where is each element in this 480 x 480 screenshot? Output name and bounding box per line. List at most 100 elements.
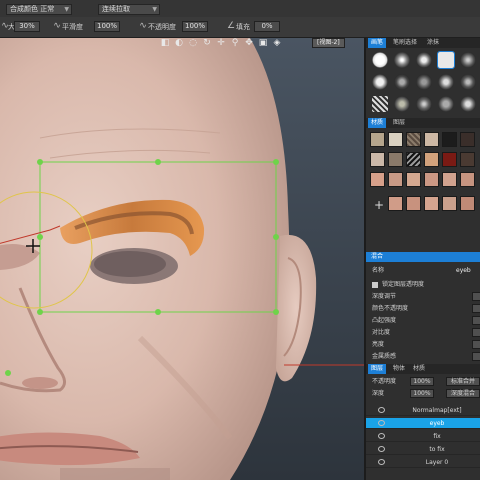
brush-texture-icon[interactable]: [394, 96, 410, 112]
layer-item[interactable]: fix: [366, 431, 480, 442]
material-thumb[interactable]: [406, 132, 421, 147]
material-thumb[interactable]: [406, 196, 421, 211]
brush-soft-icon[interactable]: [394, 52, 410, 68]
material-thumb[interactable]: [424, 172, 439, 187]
fill-icon: ∠: [226, 21, 236, 31]
opacity-input[interactable]: 100%: [182, 21, 208, 32]
lasso-icon[interactable]: ◌: [188, 38, 198, 48]
lock-label: 锁定图层透明度: [382, 281, 425, 288]
prop-row: 亮度: [366, 340, 480, 350]
blend-mode-combo[interactable]: 合成颜色 正常 ▼: [6, 4, 72, 15]
layer-item[interactable]: to fix: [366, 444, 480, 455]
view-label[interactable]: [视图-2]: [312, 38, 345, 48]
brush-dot-icon[interactable]: [394, 74, 410, 90]
tab-material[interactable]: 材质: [368, 118, 387, 128]
material-thumb[interactable]: [460, 172, 475, 187]
tab-brush-select[interactable]: 笔刷选择: [390, 38, 420, 48]
brush-square-icon[interactable]: [437, 51, 455, 69]
material-thumb[interactable]: [460, 196, 475, 211]
cube-icon[interactable]: ◈: [272, 38, 282, 48]
tab-layer-material[interactable]: 图层: [390, 118, 408, 128]
3d-viewport[interactable]: [0, 38, 364, 480]
material-thumb[interactable]: [370, 132, 385, 147]
brush-icon[interactable]: ◐: [174, 38, 184, 48]
material-thumb[interactable]: [370, 152, 385, 167]
smooth-label: 平滑度: [62, 23, 83, 31]
brush-fuzzy-icon[interactable]: [460, 52, 476, 68]
eye-icon[interactable]: [378, 446, 385, 452]
depth-mix-button[interactable]: 深度混合: [446, 389, 480, 398]
prop-input[interactable]: [472, 304, 480, 313]
brush-tabs: 画笔 笔刷选择 涂抹: [366, 38, 480, 48]
tab-materials[interactable]: 材质: [410, 364, 428, 374]
material-thumb[interactable]: [424, 132, 439, 147]
head-model-scene[interactable]: [0, 38, 364, 480]
prop-input[interactable]: [472, 352, 480, 361]
name-value[interactable]: eyeb: [456, 266, 471, 276]
rotate-icon[interactable]: ↻: [202, 38, 212, 48]
brush-spray-icon[interactable]: [438, 74, 454, 90]
material-thumb[interactable]: [460, 152, 475, 167]
eye-icon[interactable]: [378, 433, 385, 439]
brush-stipple-icon[interactable]: [416, 96, 432, 112]
blend-section-header: 混合: [366, 252, 480, 262]
size-input[interactable]: 30%: [14, 21, 40, 32]
material-thumb[interactable]: [388, 152, 403, 167]
brush-chalk-icon[interactable]: [460, 96, 476, 112]
tab-smear[interactable]: 涂抹: [424, 38, 442, 48]
material-thumb[interactable]: [442, 152, 457, 167]
material-thumb[interactable]: [442, 132, 457, 147]
select-icon[interactable]: ◧: [160, 38, 170, 48]
material-thumb[interactable]: [406, 152, 421, 167]
top-toolbar: 合成颜色 正常 ▼ 连续拉取 ▼ ∿ 大小 30% ∿ 平滑度 100% ∿ 不…: [0, 0, 480, 38]
material-thumb[interactable]: [424, 152, 439, 167]
frame-icon[interactable]: ▣: [258, 38, 268, 48]
material-thumb[interactable]: [388, 196, 403, 211]
prop-input[interactable]: [472, 340, 480, 349]
material-thumb[interactable]: [442, 172, 457, 187]
brush-airbrush-icon[interactable]: [416, 52, 432, 68]
prop-row: 深度调节: [366, 292, 480, 302]
brush-blur-icon[interactable]: [438, 96, 454, 112]
material-thumb[interactable]: [388, 132, 403, 147]
material-thumb[interactable]: [424, 196, 439, 211]
opacity-icon: ∿: [139, 21, 147, 31]
material-thumb[interactable]: [442, 196, 457, 211]
material-thumb[interactable]: [370, 172, 385, 187]
material-thumb[interactable]: [460, 132, 475, 147]
brush-round-icon[interactable]: [372, 74, 388, 90]
tab-objects[interactable]: 物体: [390, 364, 408, 374]
material-thumb[interactable]: [388, 172, 403, 187]
lock-checkbox[interactable]: [372, 282, 378, 288]
layer-depth-input[interactable]: 100%: [410, 389, 434, 398]
layer-name: eyeb: [429, 420, 445, 427]
brush-noise-icon[interactable]: [416, 74, 432, 90]
stroke-mode-combo[interactable]: 连续拉取 ▼: [98, 4, 160, 15]
brush-hard-icon[interactable]: [372, 52, 388, 68]
move-icon[interactable]: ✛: [216, 38, 226, 48]
add-icon[interactable]: +: [374, 198, 384, 212]
prop-input[interactable]: [472, 316, 480, 325]
prop-input[interactable]: [472, 328, 480, 337]
eye-icon[interactable]: [378, 407, 385, 413]
layer-item[interactable]: Normalmap[ext]: [366, 405, 480, 416]
viewport-toolbar: ◧ ◐ ◌ ↻ ✛ ⚲ ✥ ▣ ◈: [160, 38, 310, 49]
zoom-icon[interactable]: ⚲: [230, 38, 240, 48]
layer-name: Normalmap[ext]: [412, 407, 462, 414]
tab-layers[interactable]: 图层: [368, 364, 387, 374]
tab-brush[interactable]: 画笔: [368, 38, 387, 48]
eye-icon[interactable]: [378, 420, 385, 426]
brush-sponge-icon[interactable]: [460, 74, 476, 90]
layer-opacity-input[interactable]: 100%: [410, 377, 434, 386]
layer-item[interactable]: Layer 0: [366, 457, 480, 468]
material-thumb[interactable]: [406, 172, 421, 187]
eye-icon[interactable]: [378, 459, 385, 465]
prop-input[interactable]: [472, 292, 480, 301]
smooth-input[interactable]: 100%: [94, 21, 120, 32]
blend-mode-button[interactable]: 标准合并: [446, 377, 480, 386]
pan-icon[interactable]: ✥: [244, 38, 254, 48]
brush-hatch-icon[interactable]: [372, 96, 388, 112]
layer-item[interactable]: eyeb: [366, 418, 480, 429]
fill-input[interactable]: 0%: [254, 21, 280, 32]
blend-mode-value: 合成颜色 正常: [10, 5, 55, 13]
